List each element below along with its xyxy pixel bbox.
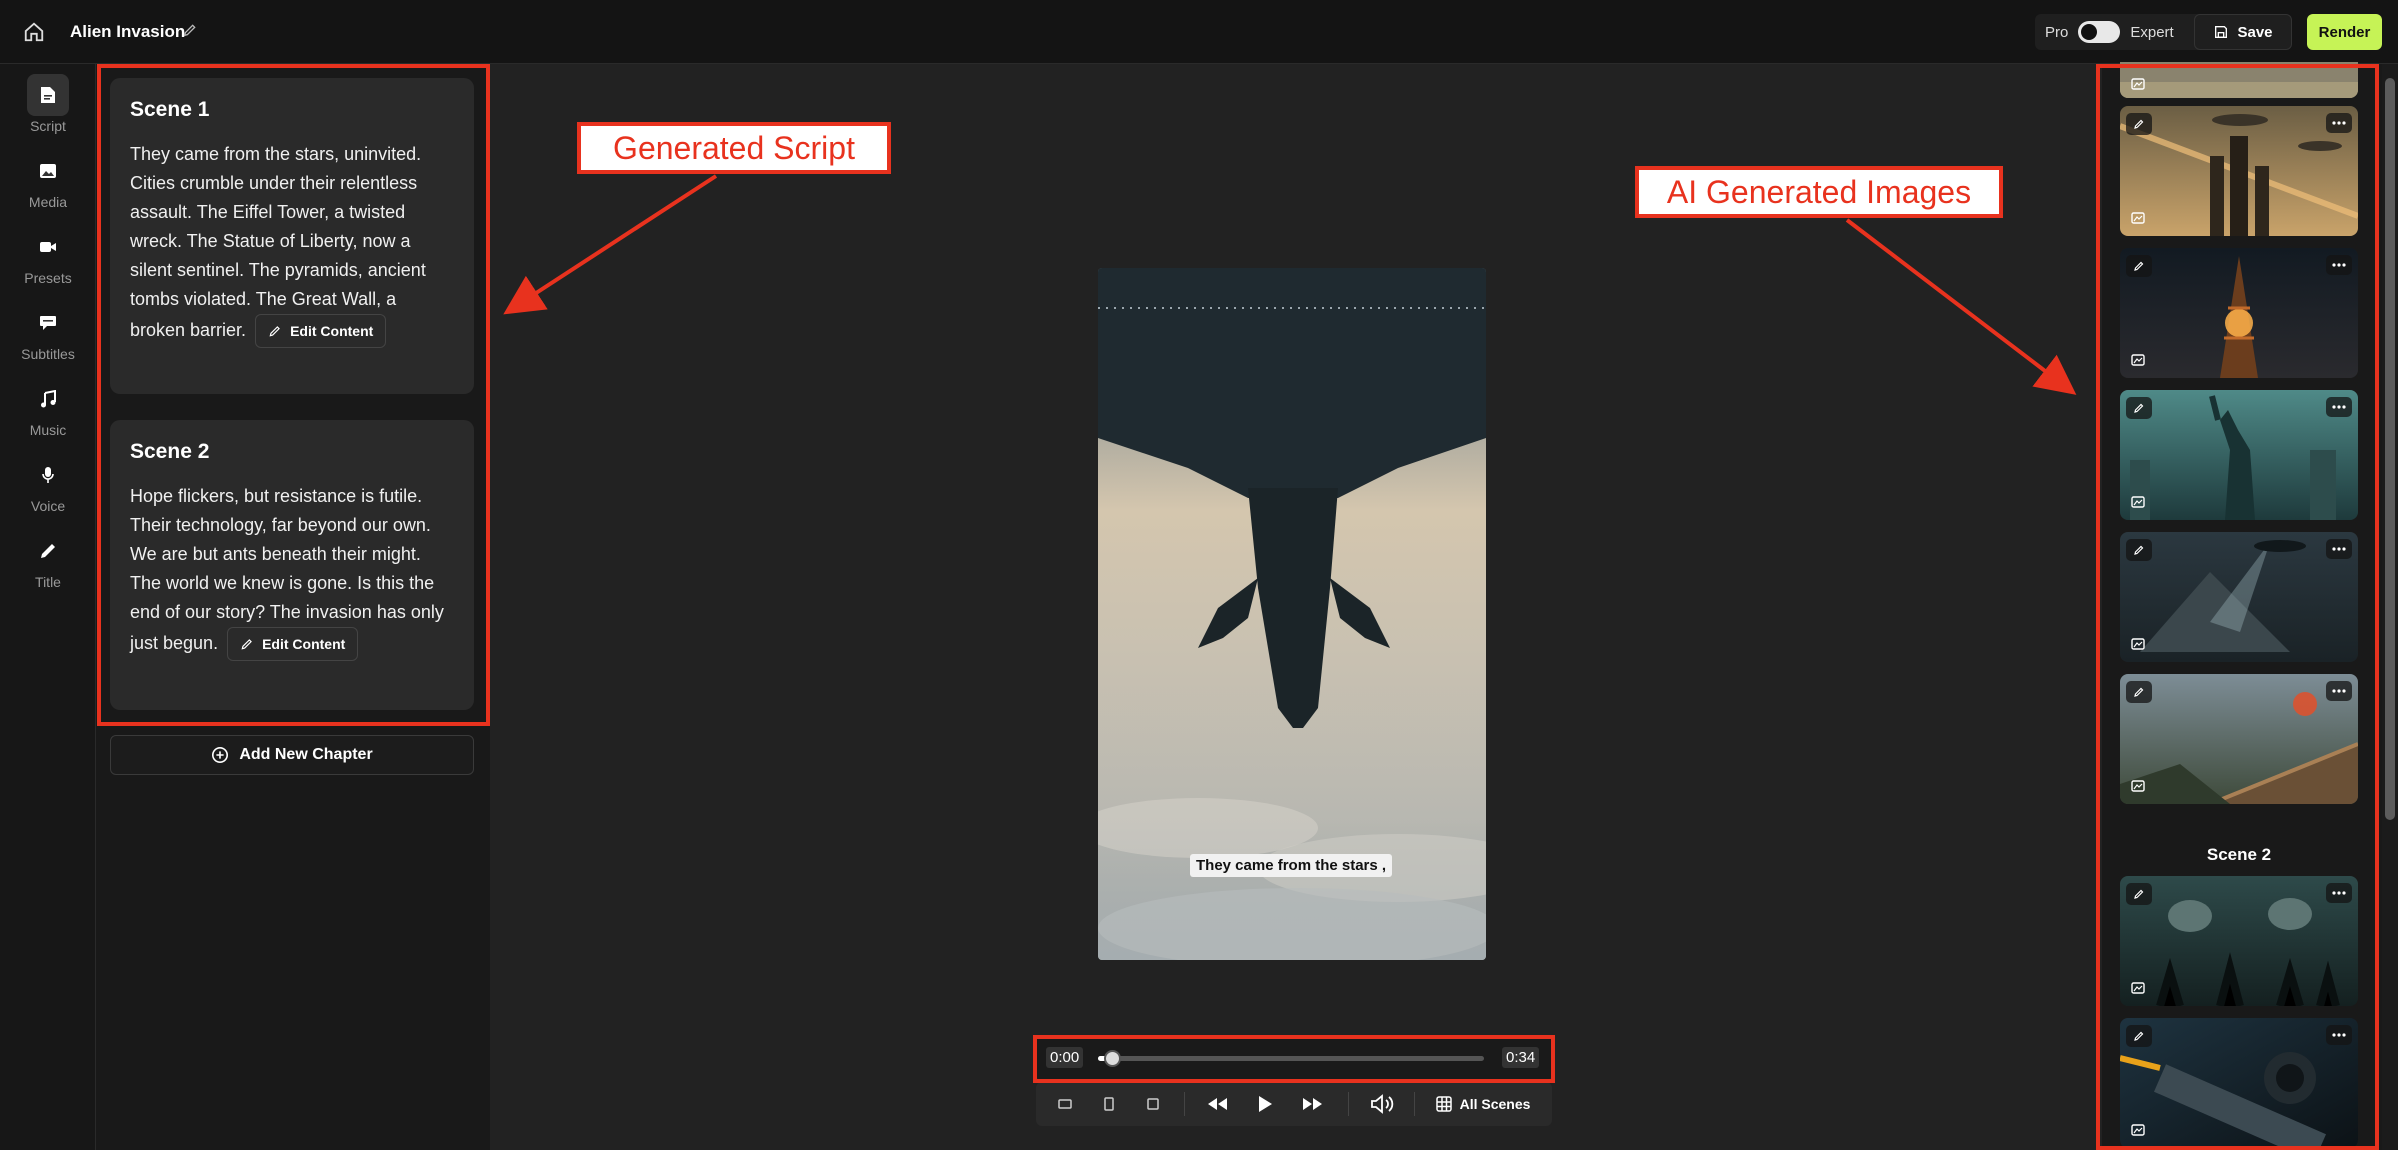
file-text-icon — [41, 87, 55, 103]
playback-controls: All Scenes — [1036, 1082, 1552, 1126]
sidebar-item-label: Subtitles — [21, 346, 75, 362]
sidebar-item-label: Voice — [30, 498, 66, 514]
sidebar-item-label: Media — [28, 194, 68, 210]
rename-pencil-icon[interactable] — [182, 22, 198, 38]
square-icon — [1147, 1098, 1159, 1110]
sidebar-item-presets[interactable]: Presets — [0, 226, 96, 298]
all-scenes-label: All Scenes — [1459, 1096, 1531, 1112]
rewind-button[interactable] — [1202, 1090, 1232, 1118]
video-camera-icon — [40, 242, 56, 252]
rewind-icon — [1208, 1098, 1227, 1110]
sidebar-item-subtitles[interactable]: Subtitles — [0, 302, 96, 374]
save-button[interactable]: Save — [2194, 14, 2292, 50]
image-icon — [40, 164, 56, 178]
sidebar-item-voice[interactable]: Voice — [0, 454, 96, 526]
music-note-icon — [41, 390, 56, 408]
timeline-highlight-box — [1033, 1035, 1555, 1083]
scroll-thumb[interactable] — [2385, 78, 2395, 820]
expert-label: Expert — [2130, 23, 2174, 41]
sidebar-item-label: Title — [35, 574, 61, 590]
speech-bubble-icon — [40, 316, 56, 330]
volume-button[interactable] — [1366, 1090, 1400, 1118]
play-icon — [1259, 1096, 1272, 1112]
home-icon — [24, 22, 44, 42]
grid-icon — [1435, 1096, 1452, 1112]
sidebar-item-music[interactable]: Music — [0, 378, 96, 450]
sidebar-item-label: Presets — [24, 270, 72, 286]
home-button[interactable] — [18, 16, 50, 48]
play-button[interactable] — [1250, 1090, 1280, 1118]
script-arrow — [503, 174, 718, 315]
top-bar: Alien Invasion Pro Expert Save Render — [0, 0, 2398, 64]
ai-images-annotation: AI Generated Images — [1635, 166, 2003, 218]
images-scrollbar[interactable] — [2382, 64, 2398, 1150]
sidebar-nav: Script Media Presets Subtitles Music Voi… — [0, 64, 96, 1150]
save-label: Save — [2237, 23, 2273, 41]
plus-circle-icon — [212, 746, 229, 764]
sidebar-item-script[interactable]: Script — [0, 74, 96, 146]
fast-forward-icon — [1303, 1098, 1322, 1110]
render-button[interactable]: Render — [2307, 14, 2382, 50]
mode-switch: Pro Expert — [2035, 14, 2220, 50]
landscape-rectangle-icon — [1058, 1099, 1072, 1109]
volume-icon — [1371, 1094, 1394, 1114]
pen-icon — [41, 544, 55, 558]
sidebar-item-media[interactable]: Media — [0, 150, 96, 222]
portrait-rectangle-icon — [1104, 1097, 1114, 1111]
sidebar-item-label: Music — [29, 422, 67, 438]
pro-expert-toggle[interactable] — [2078, 21, 2121, 43]
images-highlight-box — [2096, 64, 2379, 1150]
subtitle-caption: They came from the stars , — [1190, 854, 1393, 877]
aspect-landscape-button[interactable] — [1050, 1090, 1080, 1118]
fast-forward-button[interactable] — [1298, 1090, 1328, 1118]
generated-script-highlight-box — [97, 64, 490, 726]
microphone-icon — [42, 467, 54, 483]
add-new-chapter-label: Add New Chapter — [239, 746, 373, 763]
save-icon — [2215, 26, 2228, 38]
sidebar-item-title[interactable]: Title — [0, 530, 96, 602]
aspect-portrait-button[interactable] — [1094, 1090, 1124, 1118]
sidebar-item-label: Script — [30, 118, 66, 134]
video-preview[interactable]: They came from the stars , — [1098, 268, 1486, 960]
pro-label: Pro — [2045, 23, 2069, 41]
aspect-square-button[interactable] — [1138, 1090, 1168, 1118]
images-arrow — [1845, 218, 2077, 395]
add-new-chapter-button[interactable]: Add New Chapter — [110, 735, 474, 775]
project-title[interactable]: Alien Invasion — [70, 22, 185, 42]
all-scenes-button[interactable]: All Scenes — [1428, 1090, 1538, 1118]
generated-script-annotation: Generated Script — [577, 122, 891, 174]
